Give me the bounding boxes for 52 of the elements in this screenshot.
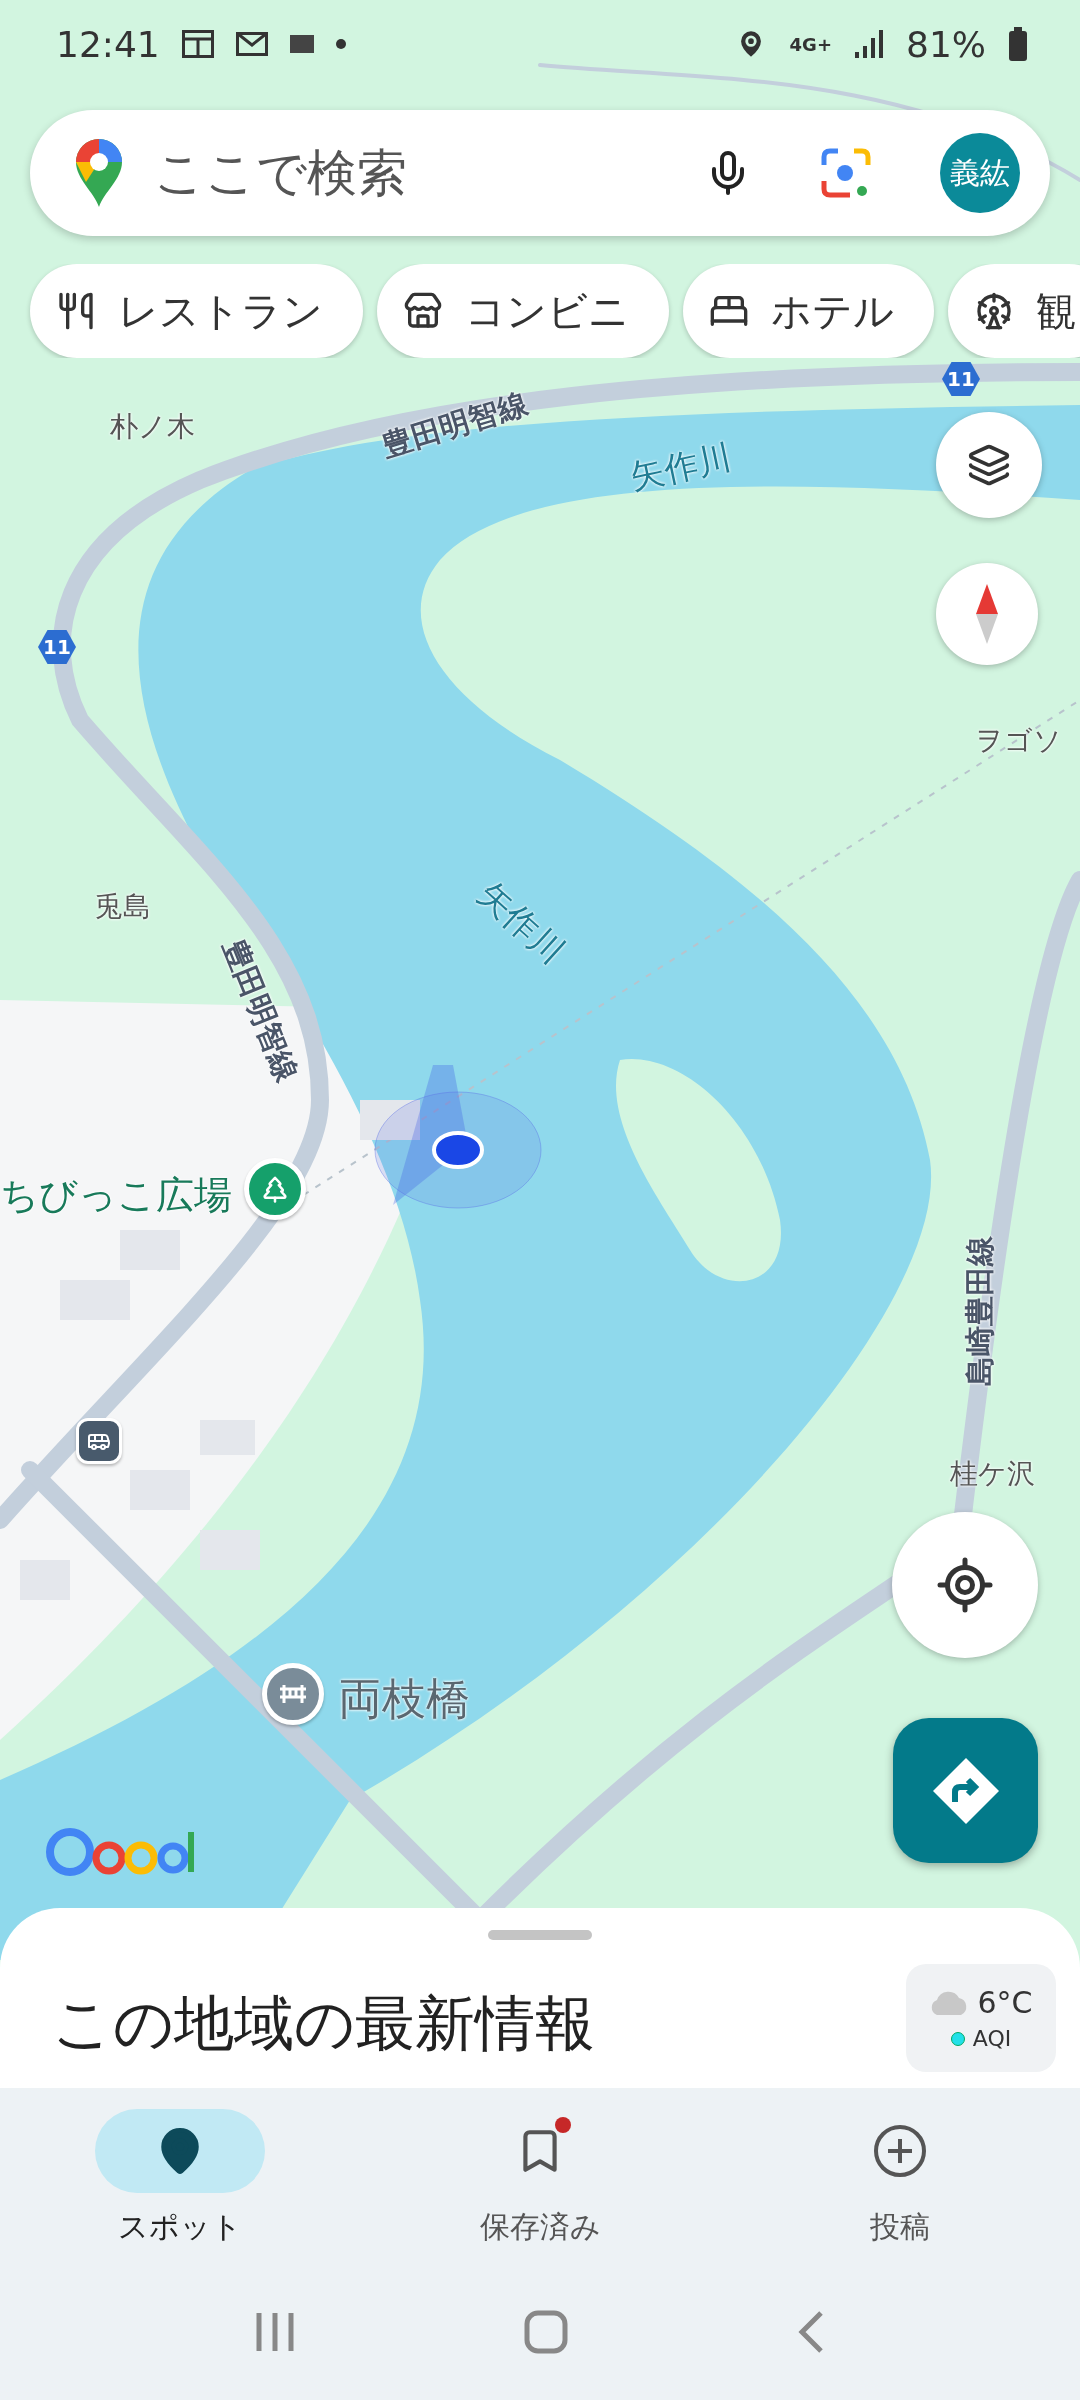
mail-icon — [235, 32, 268, 56]
battery-icon — [1008, 27, 1028, 61]
aqi-dot — [950, 2031, 965, 2046]
place-label: 両枝橋 — [338, 1672, 470, 1726]
route-shield: 11 — [38, 630, 76, 664]
store-icon — [403, 291, 443, 331]
aqi-label: AQI — [972, 2026, 1012, 2051]
back-icon[interactable] — [797, 2309, 826, 2354]
weather-card[interactable]: 6°C AQI — [906, 1964, 1056, 2072]
nav-tab[interactable]: 保存済み — [360, 2108, 720, 2263]
bus-stop-icon[interactable] — [76, 1418, 122, 1464]
route-shield: 11 — [942, 362, 980, 396]
home-icon[interactable] — [524, 2309, 568, 2354]
road-label: 豊田明智線 — [215, 933, 307, 1088]
ferris-wheel-icon — [974, 291, 1014, 331]
place-label: ちびっこ広場 — [0, 1172, 232, 1219]
fork-knife-icon — [56, 291, 96, 331]
clock: 12:41 — [56, 23, 160, 65]
sheet-title: この地域の最新情報 — [52, 1987, 595, 2060]
category-chip[interactable]: 観 — [948, 264, 1080, 358]
maps-pin-icon — [74, 137, 124, 209]
signal-icon — [854, 28, 884, 60]
nav-tab[interactable]: スポット — [0, 2108, 360, 2263]
river-label: 矢作川 — [469, 872, 574, 974]
category-chip[interactable]: コンビニ — [377, 264, 669, 358]
compass-button[interactable] — [936, 563, 1038, 665]
profile-avatar[interactable]: 義紘 — [940, 133, 1020, 213]
battery-percent: 81% — [906, 23, 986, 65]
network-type: 4G+ — [789, 33, 832, 55]
category-chip[interactable]: ホテル — [683, 264, 934, 358]
place-label: 桂ケ沢 — [950, 1456, 1035, 1492]
recent-apps-icon[interactable] — [254, 2310, 295, 2353]
nav-tab[interactable]: 投稿 — [720, 2108, 1080, 2263]
add-circle-icon — [873, 2124, 927, 2178]
camera-lens-icon[interactable] — [820, 147, 872, 199]
search-bar[interactable]: ここで検索 義紘 — [30, 110, 1050, 236]
crosshair-icon — [935, 1555, 995, 1615]
app-logo-icon — [289, 35, 314, 53]
category-chip[interactable]: レストラン — [30, 264, 363, 358]
road-label: 豊田明智線 — [377, 384, 533, 466]
dot-icon — [335, 39, 346, 49]
place-label: ヲゴソ — [975, 723, 1062, 759]
search-field[interactable]: ここで検索 — [152, 143, 676, 203]
temperature: 6°C — [977, 1985, 1033, 2020]
calendar-icon — [181, 30, 214, 58]
river-label: 矢作川 — [626, 435, 736, 500]
road-label: 島崎豊田線 — [960, 1235, 998, 1386]
directions-button[interactable] — [893, 1718, 1038, 1863]
layers-icon — [967, 443, 1011, 487]
drag-handle[interactable] — [488, 1930, 592, 1940]
place-label: 兎島 — [95, 889, 151, 925]
place-label: 朴ノ木 — [110, 409, 195, 445]
